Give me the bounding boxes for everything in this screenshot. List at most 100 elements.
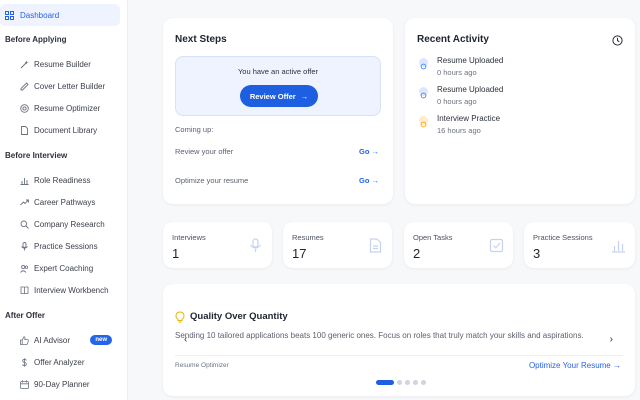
carousel-dot[interactable] [405,380,410,385]
section-title-before-interview: Before Interview [5,151,68,160]
review-offer-button[interactable]: Review Offer → [240,85,318,107]
users-icon [20,264,29,273]
go-optimize-resume-link[interactable]: Go → [359,176,379,185]
sidebar: Dashboard Before Applying Resume Builder… [0,0,128,400]
sidebar-item-dashboard[interactable]: Dashboard [0,4,120,26]
sidebar-item-label: Practice Sessions [34,241,98,251]
recent-activity-card: Recent Activity Resume Uploaded 0 hours … [405,18,635,204]
bar-chart-icon [20,176,29,185]
arrow-right-icon: → [300,91,309,101]
thumbs-up-icon [20,335,29,345]
calendar-icon [20,379,29,389]
trend-icon [20,198,29,207]
dashboard-grid-icon [5,10,14,20]
search-icon [20,220,29,229]
sidebar-item-career-pathways[interactable]: Career Pathways [4,191,120,213]
go-label: Go [358,147,370,156]
sidebar-item-label: Career Pathways [34,197,96,207]
recent-activity-title: Recent Activity [417,34,489,45]
arrow-right-icon: → [371,147,380,156]
document-icon [368,238,383,253]
active-offer-banner: You have an active offer Review Offer → [175,56,381,116]
stat-card-interviews[interactable]: Interviews 1 [163,222,272,268]
carousel-dot[interactable] [376,380,394,385]
magic-wand-icon [20,60,29,69]
stat-card-practice-sessions[interactable]: Practice Sessions 3 [524,222,635,268]
tip-carousel-card: Quality Over Quantity Sending 10 tailore… [163,284,635,396]
sidebar-item-practice-sessions[interactable]: Practice Sessions [4,235,120,257]
target-icon [20,103,29,113]
microphone-icon [20,241,29,251]
book-icon [20,286,29,295]
sidebar-item-label: Expert Coaching [34,263,94,273]
sidebar-item-resume-builder[interactable]: Resume Builder [4,53,120,75]
sidebar-item-label: Company Research [34,219,105,229]
sidebar-item-label: Cover Letter Builder [34,81,106,91]
sidebar-item-label: Resume Builder [34,59,91,69]
stat-value: 17 [292,246,307,261]
sidebar-item-label: Dashboard [20,10,60,20]
review-offer-label: Review Offer [249,91,296,101]
activity-time: 16 hours ago [437,126,481,135]
new-badge: new [90,335,112,345]
carousel-prev-icon[interactable]: ‹ [184,334,187,345]
sidebar-item-interview-workbench[interactable]: Interview Workbench [4,279,120,301]
cta-label: Optimize Your Resume [528,361,611,370]
task-label: Review your offer [175,147,234,156]
tip-title: Quality Over Quantity [190,311,288,322]
stat-value: 3 [533,246,541,261]
carousel-dot[interactable] [421,380,426,385]
carousel-dot[interactable] [413,380,418,385]
sidebar-item-label: AI Advisor [34,335,71,345]
carousel-dot[interactable] [397,380,402,385]
arrow-right-icon: → [613,361,621,370]
section-title-after-offer: After Offer [5,311,46,320]
activity-title: Resume Uploaded [437,85,504,94]
pencil-icon [20,81,29,91]
clock-icon[interactable] [612,33,623,51]
activity-status-icon [419,58,428,70]
stat-card-open-tasks[interactable]: Open Tasks 2 [404,222,513,268]
arrow-right-icon: → [371,176,380,185]
sidebar-item-cover-letter-builder[interactable]: Cover Letter Builder [4,75,120,97]
active-offer-text: You have an active offer [237,67,319,76]
divider [175,355,623,356]
sidebar-item-role-readiness[interactable]: Role Readiness [4,169,120,191]
activity-status-icon [419,87,428,99]
carousel-next-icon[interactable]: › [610,334,613,345]
stat-label: Practice Sessions [533,233,593,242]
sidebar-item-offer-analyzer[interactable]: Offer Analyzer [4,351,120,373]
bar-chart-icon [611,238,626,253]
section-title-before-applying: Before Applying [5,35,67,44]
sidebar-item-label: 90-Day Planner [34,379,90,389]
sidebar-item-company-research[interactable]: Company Research [4,213,120,235]
task-label: Optimize your resume [175,176,249,185]
stat-card-resumes[interactable]: Resumes 17 [283,222,392,268]
sidebar-item-ai-advisor[interactable]: AI Advisor new [4,329,120,351]
stat-value: 1 [172,246,180,261]
go-review-offer-link[interactable]: Go → [359,147,379,156]
sidebar-item-90-day-planner[interactable]: 90-Day Planner [4,373,120,395]
stat-label: Interviews [172,233,206,242]
activity-time: 0 hours ago [437,97,477,106]
sidebar-item-label: Offer Analyzer [34,357,85,367]
sidebar-item-document-library[interactable]: Document Library [4,119,120,141]
coming-up-label: Coming up: [175,125,214,134]
checkbox-icon [489,238,504,253]
dollar-icon [20,357,29,367]
sidebar-item-label: Role Readiness [34,175,91,185]
sidebar-item-label: Document Library [34,125,98,135]
activity-title: Resume Uploaded [437,56,504,65]
stat-label: Open Tasks [413,233,453,242]
microphone-icon [248,238,263,253]
activity-time: 0 hours ago [437,68,477,77]
lightbulb-icon [175,310,185,328]
sidebar-item-expert-coaching[interactable]: Expert Coaching [4,257,120,279]
document-icon [20,125,29,135]
stat-value: 2 [413,246,421,261]
sidebar-item-label: Resume Optimizer [34,103,101,113]
sidebar-item-resume-optimizer[interactable]: Resume Optimizer [4,97,120,119]
activity-status-icon [419,116,428,128]
optimize-resume-link[interactable]: Optimize Your Resume → [529,361,621,370]
sidebar-item-label: Interview Workbench [34,285,109,295]
